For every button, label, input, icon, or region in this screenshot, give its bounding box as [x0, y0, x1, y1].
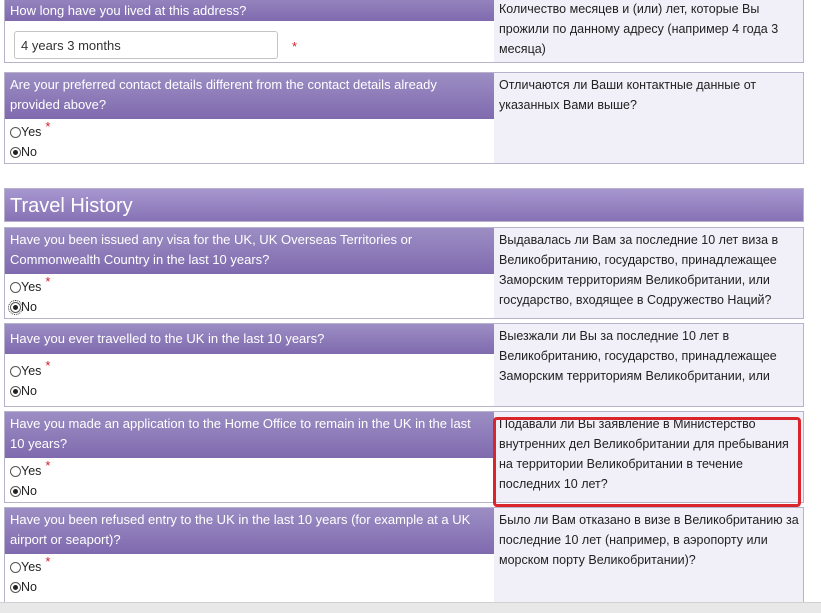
refused-entry-question: Have you been refused entry to the UK in…: [5, 508, 494, 554]
refused-entry-block: Have you been refused entry to the UK in…: [4, 507, 804, 603]
travel-history-header: Travel History: [4, 188, 804, 222]
refused-entry-yes-option[interactable]: Yes *: [10, 554, 50, 576]
visa-issued-yes-radio[interactable]: [10, 282, 21, 293]
contact-no-option[interactable]: No: [10, 143, 37, 161]
address-duration-translation: Количество месяцев и (или) лет, которые …: [494, 0, 803, 62]
home-office-yes-radio[interactable]: [10, 466, 21, 477]
travelled-uk-yes-radio[interactable]: [10, 366, 21, 377]
contact-no-radio[interactable]: [10, 147, 21, 158]
refused-entry-translation: Было ли Вам отказано в визе в Великобрит…: [494, 508, 803, 602]
required-marker: *: [45, 554, 51, 569]
refused-entry-yes-label: Yes: [21, 560, 42, 574]
visa-issued-block: Have you been issued any visa for the UK…: [4, 227, 804, 319]
travelled-uk-translation: Выезжали ли Вы за последние 10 лет в Вел…: [494, 324, 803, 406]
contact-no-label: No: [21, 145, 37, 159]
contact-yes-radio[interactable]: [10, 127, 21, 138]
home-office-no-option[interactable]: No: [10, 482, 37, 500]
contact-details-question: Are your preferred contact details diffe…: [5, 73, 494, 119]
refused-entry-no-radio[interactable]: [10, 582, 21, 593]
required-marker: *: [45, 119, 51, 134]
visa-issued-body: [5, 274, 494, 318]
address-duration-input[interactable]: [14, 31, 278, 59]
contact-yes-label: Yes: [21, 125, 42, 139]
visa-issued-yes-label: Yes: [21, 280, 42, 294]
travelled-uk-no-radio[interactable]: [10, 386, 21, 397]
travelled-uk-yes-option[interactable]: Yes *: [10, 358, 50, 380]
contact-details-block: Are your preferred contact details diffe…: [4, 72, 804, 164]
required-marker: *: [45, 358, 51, 373]
highlight-annotation-box: [493, 417, 801, 507]
visa-issued-no-label: No: [21, 300, 37, 314]
required-marker: *: [45, 274, 51, 289]
refused-entry-no-label: No: [21, 580, 37, 594]
contact-details-translation: Отличаются ли Ваши контактные данные от …: [494, 73, 803, 163]
contact-details-body: [5, 119, 494, 163]
required-marker: *: [292, 39, 298, 54]
contact-yes-option[interactable]: Yes *: [10, 119, 50, 141]
refused-entry-no-option[interactable]: No: [10, 578, 37, 596]
visa-issued-no-option[interactable]: No: [8, 298, 37, 316]
address-duration-question: How long have you lived at this address?: [5, 0, 494, 21]
home-office-no-label: No: [21, 484, 37, 498]
travelled-uk-question: Have you ever travelled to the UK in the…: [5, 324, 494, 354]
visa-issued-translation: Выдавалась ли Вам за последние 10 лет ви…: [494, 228, 803, 318]
travelled-uk-block: Have you ever travelled to the UK in the…: [4, 323, 804, 407]
refused-entry-body: [5, 554, 494, 602]
visa-issued-question: Have you been issued any visa for the UK…: [5, 228, 494, 274]
address-duration-block: How long have you lived at this address?…: [4, 0, 804, 63]
home-office-body: [5, 458, 494, 502]
home-office-question: Have you made an application to the Home…: [5, 412, 494, 458]
travelled-uk-yes-label: Yes: [21, 364, 42, 378]
required-marker: *: [45, 458, 51, 473]
travelled-uk-body: [5, 354, 494, 406]
home-office-yes-label: Yes: [21, 464, 42, 478]
visa-issued-yes-option[interactable]: Yes *: [10, 274, 50, 296]
home-office-no-radio[interactable]: [10, 486, 21, 497]
bottom-scroll-bar[interactable]: [0, 602, 821, 613]
visa-issued-no-radio[interactable]: [8, 300, 23, 315]
travelled-uk-no-label: No: [21, 384, 37, 398]
refused-entry-yes-radio[interactable]: [10, 562, 21, 573]
home-office-yes-option[interactable]: Yes *: [10, 458, 50, 480]
travelled-uk-no-option[interactable]: No: [10, 382, 37, 400]
